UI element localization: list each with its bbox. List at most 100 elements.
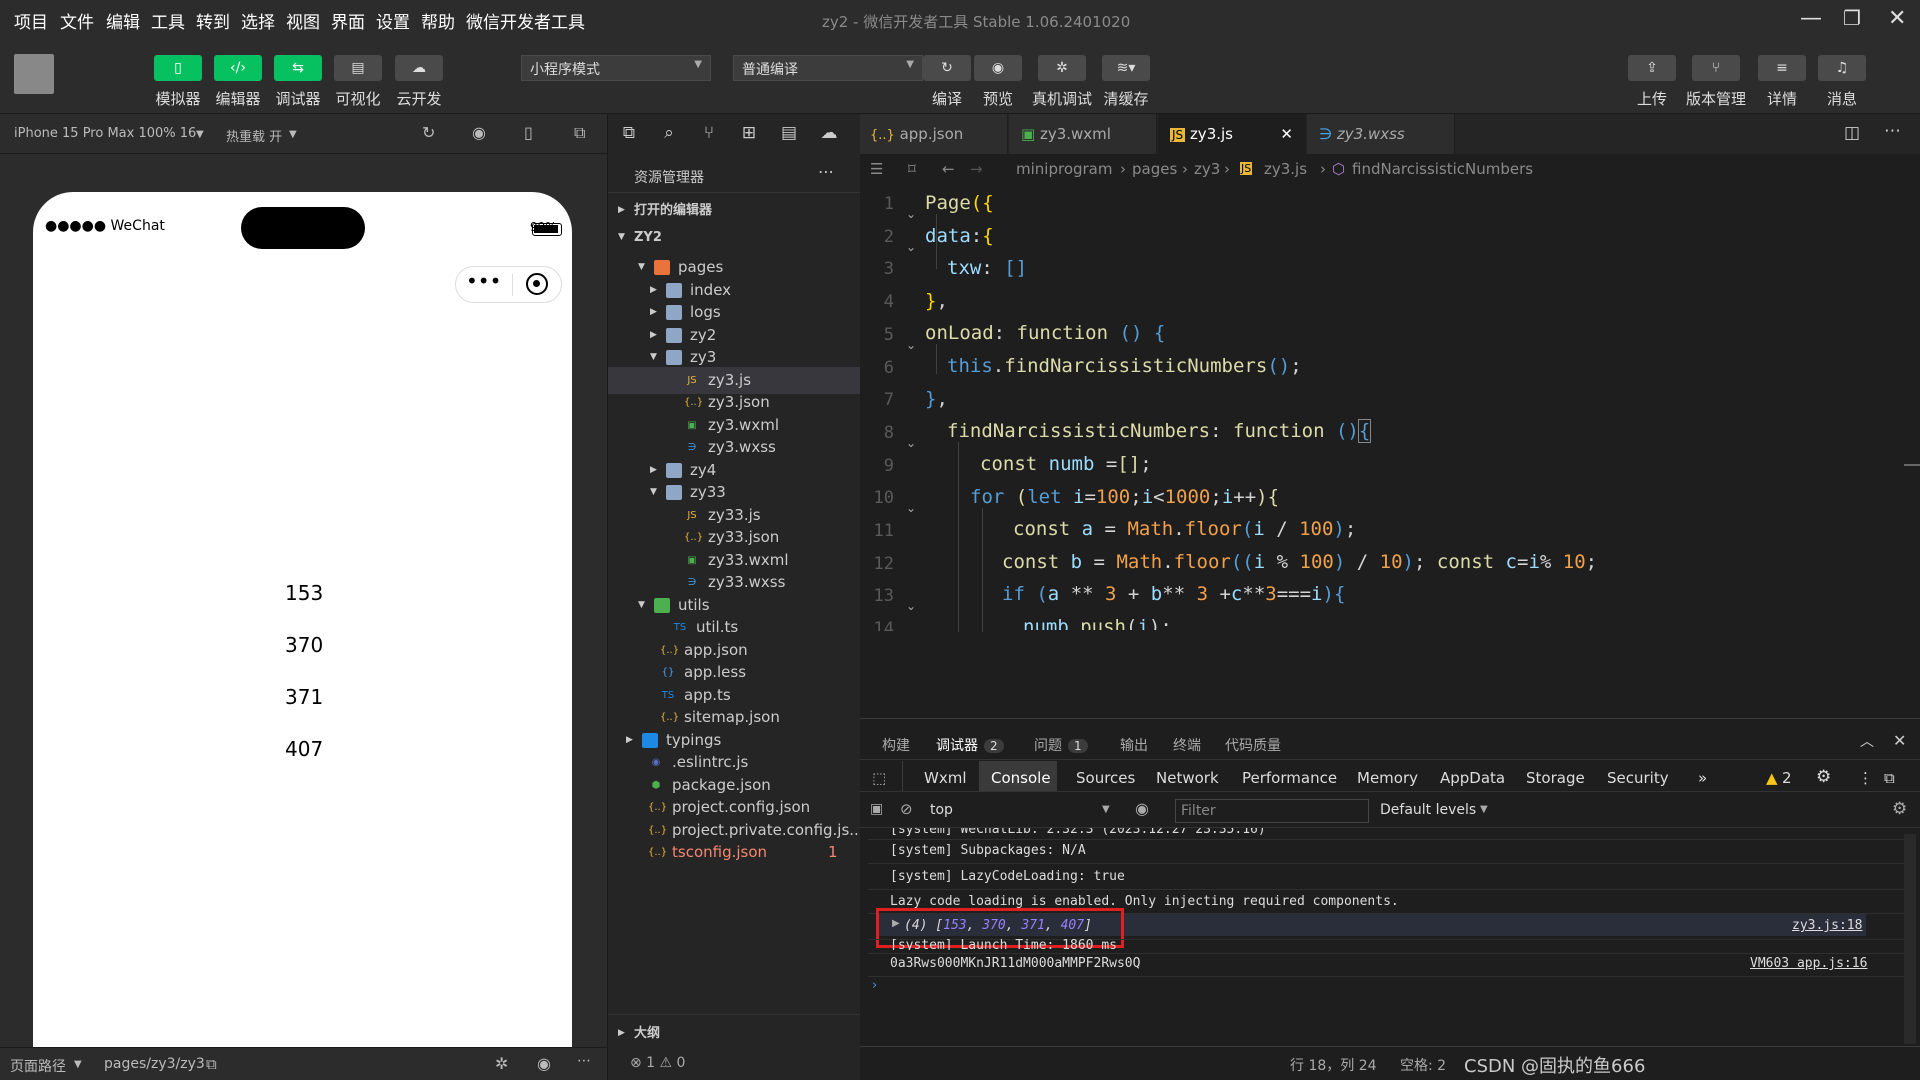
tab-code-quality[interactable]: 代码质量 [1225, 735, 1281, 755]
tab-zy3-wxss[interactable]: ∋ zy3.wxss [1307, 114, 1455, 154]
code-line[interactable]: const numb =[]; [980, 453, 1152, 475]
hot-reload-toggle[interactable]: 热重载 开 [226, 126, 282, 145]
warning-icon[interactable]: ▲ [1766, 769, 1778, 787]
version-button[interactable]: ⑂ [1692, 55, 1740, 81]
close-panel-icon[interactable]: ✕ [1893, 731, 1906, 750]
settings-icon[interactable]: ⚙ [1816, 767, 1831, 787]
menu-settings[interactable]: 设置 [376, 8, 410, 33]
code-line[interactable]: this.findNarcissisticNumbers(); [947, 355, 1302, 377]
stop-icon[interactable]: ◉ [472, 123, 486, 142]
fold-icon[interactable]: ⌄ [906, 501, 916, 515]
eye-icon[interactable]: ◉ [537, 1054, 551, 1073]
outline-section[interactable]: ▶ 大纲 [608, 1020, 861, 1047]
tab-terminal[interactable]: 终端 [1173, 735, 1201, 755]
tree-item[interactable]: {..} tsconfig.json 1 [608, 839, 861, 866]
chevron-down-icon[interactable]: ▼ [74, 1059, 82, 1070]
code-line[interactable]: findNarcissisticNumbers: function (){ [947, 419, 1372, 443]
simulator-toggle-button[interactable]: ▯ [154, 55, 202, 81]
chevron-down-icon[interactable]: ▼ [1480, 804, 1488, 815]
visual-button[interactable]: ▤ [334, 55, 382, 81]
mode-select[interactable]: 小程序模式 ▼ [521, 55, 711, 81]
indent-setting[interactable]: 空格: 2 [1400, 1055, 1446, 1075]
undock-icon[interactable]: ⧉ [1884, 769, 1895, 787]
source-control-icon[interactable]: ⑂ [698, 123, 720, 145]
problems-summary[interactable]: ⊗ 1 ⚠ 0 [630, 1055, 685, 1071]
phone-icon[interactable]: ▯ [524, 123, 533, 142]
cloud-button[interactable]: ☁ [395, 55, 443, 81]
files-icon[interactable]: ⧉ [618, 123, 640, 145]
compile-select[interactable]: 普通编译 ▼ [733, 55, 923, 81]
project-section[interactable]: ▼ ZY2 [608, 224, 861, 251]
menu-project[interactable]: 项目 [14, 8, 48, 33]
inspect-icon[interactable]: ⬚ [872, 769, 886, 787]
settings-icon[interactable]: ✲ [495, 1054, 508, 1073]
close-tab-icon[interactable]: ✕ [1280, 114, 1293, 154]
menu-edit[interactable]: 编辑 [106, 8, 140, 33]
menu-help[interactable]: 帮助 [421, 8, 455, 33]
code-line[interactable]: for (let i=100;i<1000;i++){ [970, 486, 1279, 508]
cloud-icon[interactable]: ☁ [818, 123, 840, 145]
eye-icon[interactable]: ◉ [1135, 799, 1149, 818]
popout-icon[interactable]: ⧉ [574, 123, 585, 143]
chevron-down-icon[interactable]: ▼ [196, 129, 204, 140]
tab-zy3-js[interactable]: JS zy3.js ✕ [1158, 114, 1306, 154]
context-select[interactable]: top [930, 802, 953, 818]
restore-icon[interactable]: ❐ [1843, 6, 1861, 30]
back-icon[interactable]: ← [942, 154, 955, 184]
more-tabs-icon[interactable]: » [1698, 769, 1707, 787]
debugger-toggle-button[interactable]: ⇆ [274, 55, 322, 81]
code-line[interactable]: txw: [] [947, 257, 1027, 279]
fold-icon[interactable]: ⌄ [906, 599, 916, 613]
tab-sources[interactable]: Sources [1076, 769, 1135, 787]
code-line[interactable]: }, [925, 290, 948, 312]
prompt-icon[interactable]: › [872, 978, 877, 993]
code-line[interactable]: onLoad: function () { [925, 322, 1165, 344]
code-line[interactable]: const a = Math.floor(i / 100); [1013, 518, 1356, 540]
upload-button[interactable]: ⇪ [1628, 55, 1676, 81]
breadcrumb-item[interactable]: zy3 [1194, 154, 1220, 184]
fold-icon[interactable]: ⌄ [906, 338, 916, 352]
breadcrumb-item[interactable]: pages [1132, 154, 1177, 184]
fold-icon[interactable]: ⌄ [906, 436, 916, 450]
capsule-menu[interactable]: ••• [455, 266, 562, 303]
cursor-position[interactable]: 行 18，列 24 [1290, 1055, 1377, 1075]
tab-memory[interactable]: Memory [1357, 769, 1418, 787]
open-editors-section[interactable]: ▶ 打开的编辑器 [608, 197, 861, 224]
breadcrumb-item[interactable]: miniprogram [1016, 154, 1112, 184]
code-line[interactable]: }, [925, 388, 948, 410]
menu-tools[interactable]: 工具 [151, 8, 185, 33]
scrollbar[interactable] [1904, 834, 1916, 1044]
breadcrumb-item[interactable]: findNarcissisticNumbers [1352, 154, 1533, 184]
minimize-icon[interactable]: — [1800, 6, 1822, 31]
preview-button[interactable]: ◉ [974, 55, 1022, 81]
more-icon[interactable]: ⋯ [1884, 121, 1901, 141]
code-line[interactable]: if (a ** 3 + b** 3 +c**3===i){ [1002, 583, 1345, 605]
tab-performance[interactable]: Performance [1242, 769, 1337, 787]
source-link[interactable]: zy3.js:18 [1792, 918, 1862, 933]
menu-select[interactable]: 选择 [241, 8, 275, 33]
tab-storage[interactable]: Storage [1526, 769, 1585, 787]
reload-icon[interactable]: ↻ [422, 123, 435, 142]
sidebar-toggle-icon[interactable]: ▣ [870, 801, 883, 817]
tab-zy3-wxml[interactable]: ▣ zy3.wxml [1009, 114, 1157, 154]
list-icon[interactable]: ☰ [870, 154, 883, 184]
chevron-up-icon[interactable]: ︿ [1860, 731, 1874, 751]
close-mini-program-icon[interactable] [526, 273, 548, 295]
tab-wxml[interactable]: Wxml [924, 769, 967, 787]
clear-console-icon[interactable]: ⊘ [900, 800, 913, 818]
tab-build[interactable]: 构建 [882, 735, 910, 755]
page-path-label[interactable]: 页面路径 [10, 1056, 66, 1076]
split-editor-icon[interactable]: ◫ [1844, 123, 1860, 143]
breadcrumb-item[interactable]: zy3.js [1264, 154, 1307, 184]
warning-count[interactable]: 2 [1782, 769, 1792, 787]
chevron-down-icon[interactable]: ▼ [1102, 804, 1110, 815]
menu-view[interactable]: 视图 [286, 8, 320, 33]
fold-icon[interactable]: ⌄ [906, 240, 916, 254]
fold-icon[interactable]: ⌄ [906, 207, 920, 223]
more-icon[interactable]: ⋮ [1858, 769, 1873, 787]
forward-icon[interactable]: → [970, 154, 983, 184]
code-line[interactable]: numb.push(i); [1023, 616, 1172, 630]
more-icon[interactable]: ⋯ [577, 1053, 591, 1069]
levels-select[interactable]: Default levels [1380, 802, 1476, 818]
menu-interface[interactable]: 界面 [331, 8, 365, 33]
